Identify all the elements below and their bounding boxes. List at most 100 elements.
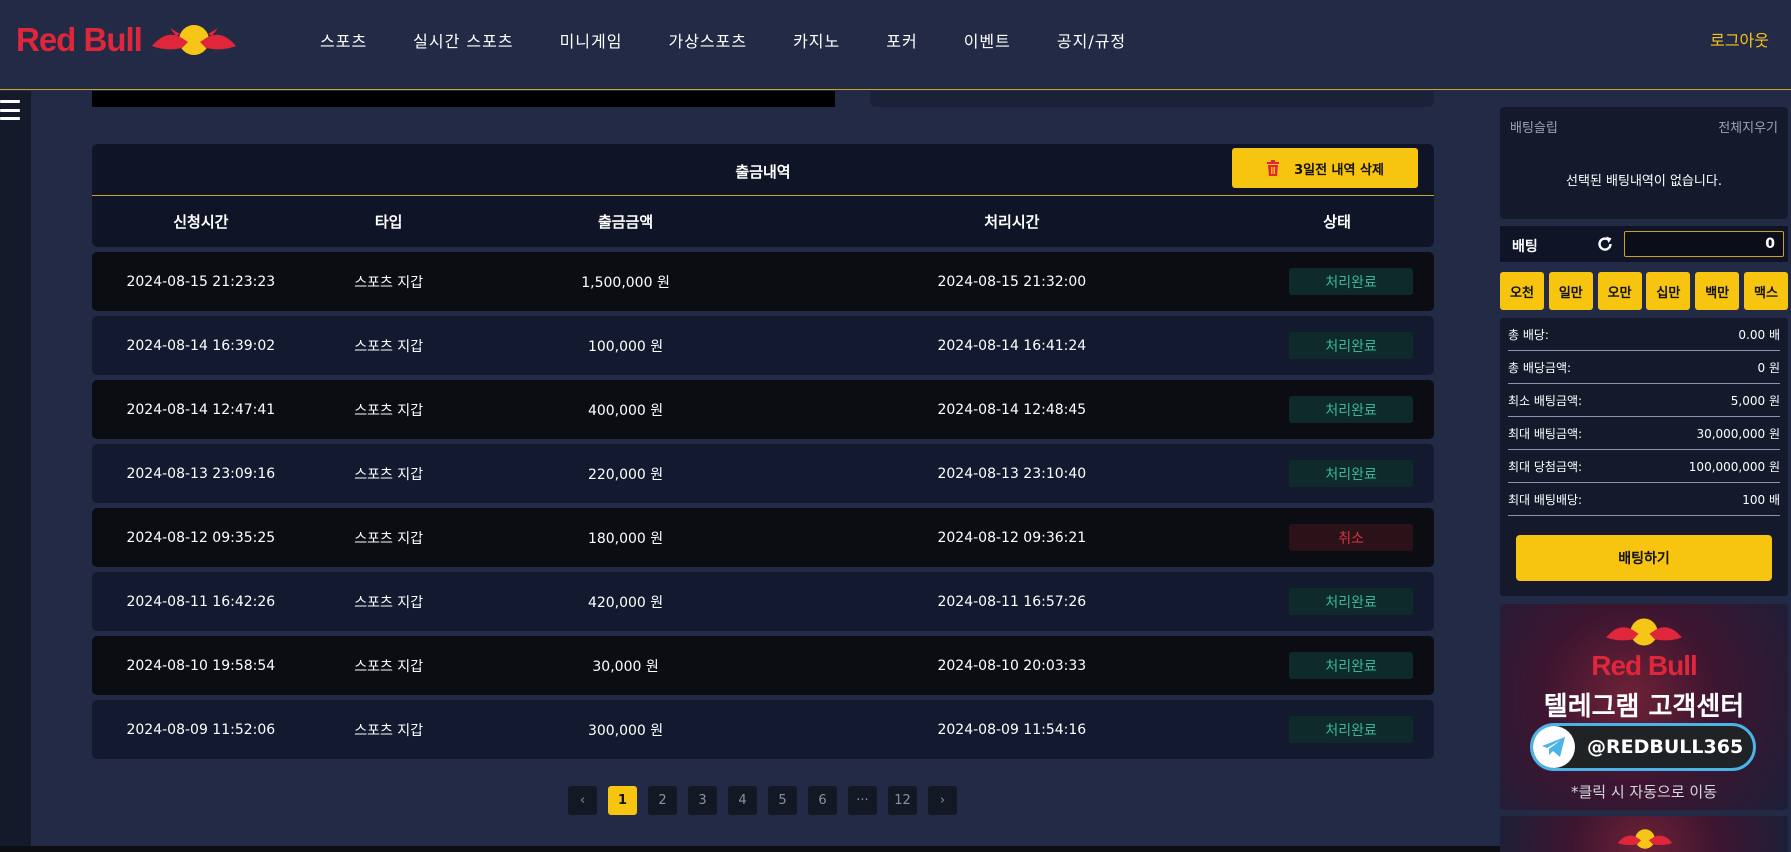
redbull-logo[interactable]: Red Bull bbox=[16, 18, 251, 62]
table-body: 2024-08-15 21:23:23 스포츠 지갑 1,500,000 원 2… bbox=[92, 252, 1434, 759]
amount-50000-button[interactable]: 오만 bbox=[1597, 272, 1642, 310]
info-label: 최소 배팅금액: bbox=[1508, 393, 1583, 408]
info-label: 최대 당첨금액: bbox=[1508, 459, 1583, 474]
cell-processed: 2024-08-11 16:57:26 bbox=[937, 593, 1087, 610]
main-nav: 스포츠 실시간 스포츠 미니게임 가상스포츠 카지노 포커 이벤트 공지/규정 bbox=[320, 28, 1172, 52]
card-title-bar: 출금내역 3일전 내역 삭제 bbox=[92, 144, 1434, 196]
cell-requested: 2024-08-15 21:23:23 bbox=[126, 273, 276, 290]
page-3-button[interactable]: 3 bbox=[688, 786, 717, 815]
pagination-next-button[interactable]: › bbox=[928, 786, 957, 815]
info-label: 총 배당금액: bbox=[1508, 360, 1572, 375]
bet-amount-input[interactable] bbox=[1624, 231, 1784, 257]
info-value: 30,000,000 원 bbox=[1696, 426, 1780, 441]
status-badge: 처리완료 bbox=[1289, 460, 1414, 487]
nav-live-sports[interactable]: 실시간 스포츠 bbox=[413, 28, 513, 52]
col-requested-time: 신청시간 bbox=[173, 213, 229, 231]
status-badge: 처리완료 bbox=[1289, 396, 1414, 423]
page-1-button[interactable]: 1 bbox=[608, 786, 637, 815]
info-label: 총 배당: bbox=[1508, 327, 1549, 342]
amount-10000-button[interactable]: 일만 bbox=[1548, 272, 1593, 310]
banner-brand-logo: Red Bull bbox=[1591, 650, 1698, 681]
cell-requested: 2024-08-12 09:35:25 bbox=[126, 529, 276, 546]
cell-type: 스포츠 지갑 bbox=[354, 722, 424, 739]
info-value: 5,000 원 bbox=[1730, 393, 1780, 408]
cell-type: 스포츠 지갑 bbox=[354, 466, 424, 483]
status-badge: 처리완료 bbox=[1289, 716, 1414, 743]
secondary-banner[interactable] bbox=[1500, 816, 1788, 852]
bottom-strip bbox=[0, 846, 1500, 852]
table-row: 2024-08-14 12:47:41 스포츠 지갑 400,000 원 202… bbox=[92, 380, 1434, 439]
amount-5000-button[interactable]: 오천 bbox=[1500, 272, 1544, 310]
top-left-panel bbox=[92, 91, 835, 107]
telegram-handle-button[interactable]: @REDBULL365 bbox=[1530, 723, 1756, 771]
page-12-button[interactable]: 12 bbox=[888, 786, 917, 815]
info-row-min-bet: 최소 배팅금액: 5,000 원 bbox=[1508, 384, 1780, 417]
cell-amount: 180,000 원 bbox=[587, 530, 664, 547]
cell-type: 스포츠 지갑 bbox=[354, 658, 424, 675]
cell-type: 스포츠 지갑 bbox=[354, 402, 424, 419]
bull-emblem-icon bbox=[1617, 829, 1673, 849]
status-badge: 처리완료 bbox=[1289, 268, 1414, 295]
bull-emblem-icon bbox=[1606, 618, 1682, 646]
bull-emblem-icon bbox=[151, 25, 236, 55]
table-row: 2024-08-15 21:23:23 스포츠 지갑 1,500,000 원 2… bbox=[92, 252, 1434, 311]
col-status: 상태 bbox=[1323, 213, 1351, 231]
bet-amount-row: 배팅 bbox=[1500, 226, 1788, 262]
col-processed-time: 처리시간 bbox=[984, 213, 1040, 231]
nav-notice-rules[interactable]: 공지/규정 bbox=[1057, 28, 1126, 52]
table-row: 2024-08-13 23:09:16 스포츠 지갑 220,000 원 202… bbox=[92, 444, 1434, 503]
cell-amount: 420,000 원 bbox=[587, 594, 664, 611]
pagination: ‹ 1 2 3 4 5 6 ··· 12 › bbox=[568, 786, 968, 815]
page-2-button[interactable]: 2 bbox=[648, 786, 677, 815]
cell-amount: 400,000 원 bbox=[587, 402, 664, 419]
nav-virtual-sports[interactable]: 가상스포츠 bbox=[668, 28, 747, 52]
amount-max-button[interactable]: 맥스 bbox=[1743, 272, 1788, 310]
info-label: 최대 배팅금액: bbox=[1508, 426, 1583, 441]
table-row: 2024-08-12 09:35:25 스포츠 지갑 180,000 원 202… bbox=[92, 508, 1434, 567]
top-right-panel bbox=[870, 91, 1434, 107]
delete-old-history-button[interactable]: 3일전 내역 삭제 bbox=[1232, 148, 1418, 188]
cell-type: 스포츠 지갑 bbox=[354, 530, 424, 547]
page-6-button[interactable]: 6 bbox=[808, 786, 837, 815]
bet-slip-empty-message: 선택된 배팅내역이 없습니다. bbox=[1566, 174, 1722, 189]
page-5-button[interactable]: 5 bbox=[768, 786, 797, 815]
table-row: 2024-08-10 19:58:54 스포츠 지갑 30,000 원 2024… bbox=[92, 636, 1434, 695]
cell-type: 스포츠 지갑 bbox=[354, 594, 424, 611]
status-badge: 처리완료 bbox=[1289, 332, 1414, 359]
cell-requested: 2024-08-11 16:42:26 bbox=[126, 593, 276, 610]
page-4-button[interactable]: 4 bbox=[728, 786, 757, 815]
info-value: 0 원 bbox=[1757, 360, 1781, 375]
cell-processed: 2024-08-14 16:41:24 bbox=[937, 337, 1087, 354]
refresh-icon[interactable] bbox=[1596, 235, 1614, 253]
info-label: 최대 배팅배당: bbox=[1508, 492, 1583, 507]
status-badge: 처리완료 bbox=[1289, 588, 1414, 615]
cell-processed: 2024-08-15 21:32:00 bbox=[937, 273, 1087, 290]
cell-requested: 2024-08-09 11:52:06 bbox=[126, 721, 276, 738]
info-row-max-bet: 최대 배팅금액: 30,000,000 원 bbox=[1508, 417, 1780, 450]
amount-1000000-button[interactable]: 백만 bbox=[1695, 272, 1740, 310]
trash-icon bbox=[1267, 160, 1280, 176]
nav-casino[interactable]: 카지노 bbox=[793, 28, 840, 52]
pagination-prev-button[interactable]: ‹ bbox=[568, 786, 597, 815]
info-value: 0.00 배 bbox=[1738, 327, 1780, 342]
amount-100000-button[interactable]: 십만 bbox=[1646, 272, 1691, 310]
telegram-support-banner[interactable]: Red Bull 텔레그램 고객센터 @REDBULL365 *클릭 시 자동으… bbox=[1500, 604, 1788, 810]
logout-link[interactable]: 로그아웃 bbox=[1710, 27, 1769, 51]
hamburger-menu-icon[interactable] bbox=[0, 100, 20, 120]
bet-slip-panel: 배팅슬립 전체지우기 선택된 배팅내역이 없습니다. bbox=[1500, 107, 1788, 219]
bet-slip-title: 배팅슬립 bbox=[1510, 121, 1558, 136]
table-row: 2024-08-14 16:39:02 스포츠 지갑 100,000 원 202… bbox=[92, 316, 1434, 375]
nav-sports[interactable]: 스포츠 bbox=[320, 28, 367, 52]
delete-button-label: 3일전 내역 삭제 bbox=[1294, 162, 1384, 178]
place-bet-button[interactable]: 배팅하기 bbox=[1516, 535, 1772, 581]
nav-poker[interactable]: 포커 bbox=[886, 28, 917, 52]
col-amount: 출금금액 bbox=[597, 213, 654, 231]
nav-minigame[interactable]: 미니게임 bbox=[560, 28, 623, 52]
status-badge: 처리완료 bbox=[1289, 652, 1414, 679]
nav-events[interactable]: 이벤트 bbox=[964, 28, 1011, 52]
cell-amount: 300,000 원 bbox=[587, 722, 664, 739]
cell-processed: 2024-08-13 23:10:40 bbox=[937, 465, 1087, 482]
cell-processed: 2024-08-12 09:36:21 bbox=[937, 529, 1087, 546]
clear-all-button[interactable]: 전체지우기 bbox=[1718, 117, 1778, 136]
banner-title: 텔레그램 고객센터 bbox=[1543, 692, 1745, 722]
